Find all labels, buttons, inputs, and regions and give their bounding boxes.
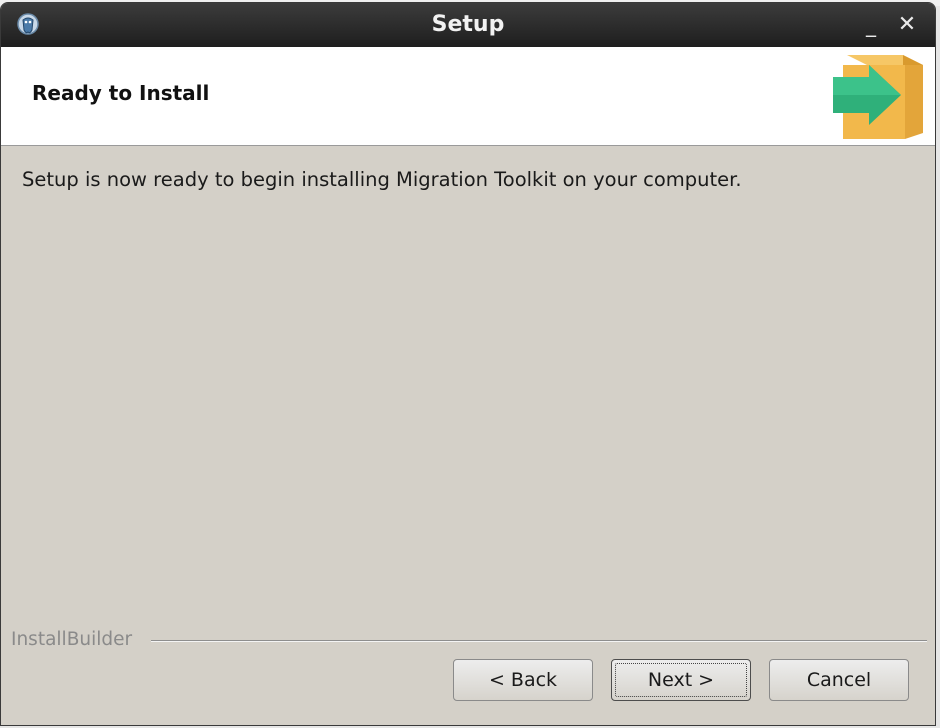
brand-separator: InstallBuilder bbox=[11, 629, 927, 653]
title-bar[interactable]: Setup _ ✕ bbox=[1, 3, 935, 47]
content-area: Setup is now ready to begin installing M… bbox=[1, 146, 935, 638]
back-button[interactable]: < Back bbox=[453, 659, 593, 701]
cancel-button[interactable]: Cancel bbox=[769, 659, 909, 701]
desktop: Setup _ ✕ Ready to Install Setup is now … bbox=[0, 0, 940, 728]
minimize-button[interactable]: _ bbox=[859, 13, 883, 37]
package-arrow-icon bbox=[833, 55, 923, 139]
ready-message: Setup is now ready to begin installing M… bbox=[22, 168, 742, 191]
setup-dialog: Setup _ ✕ Ready to Install Setup is now … bbox=[0, 2, 936, 726]
next-button-label: Next > bbox=[647, 669, 715, 691]
page-header: Ready to Install bbox=[1, 47, 935, 146]
page-title: Ready to Install bbox=[32, 81, 210, 105]
close-button[interactable]: ✕ bbox=[895, 13, 919, 37]
installbuilder-label: InstallBuilder bbox=[11, 629, 139, 650]
next-button[interactable]: Next > bbox=[611, 659, 751, 701]
separator-line bbox=[151, 640, 927, 642]
window-title: Setup bbox=[431, 12, 505, 37]
